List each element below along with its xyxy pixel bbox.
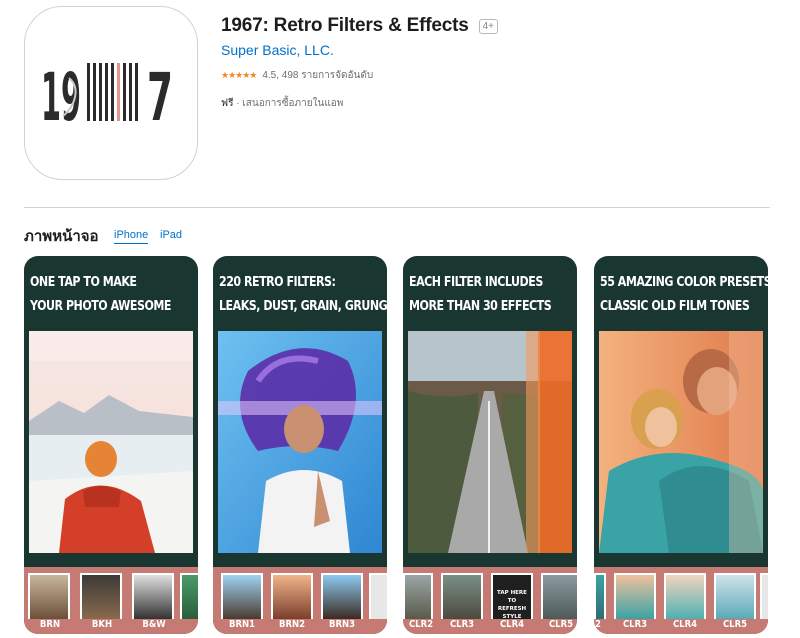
filter-label: BRN1 (228, 619, 256, 630)
screenshot-card-4[interactable]: 55 AMAZING COLOR PRESETS: CLASSIC OLD FI… (594, 256, 768, 634)
filter-thumb[interactable] (132, 573, 174, 619)
tap-hint-text: TAP HERE TO REFRESH STYLE (497, 590, 527, 619)
star-rating-icon: ★★★★★ (221, 70, 257, 80)
screenshot-card-1[interactable]: ONE TAP TO MAKE YOUR PHOTO AWESOME BRN B… (24, 256, 198, 634)
caption-line: 55 AMAZING COLOR PRESETS: (600, 274, 768, 290)
filter-thumb[interactable] (271, 573, 313, 619)
filter-thumb[interactable] (369, 573, 387, 619)
filter-thumb[interactable] (180, 573, 198, 619)
rating-text: 4.5, 498 รายการจัดอันดับ (262, 70, 374, 81)
screenshot-caption: ONE TAP TO MAKE YOUR PHOTO AWESOME (30, 270, 171, 318)
price-row: ฟรี · เสนอการซื้อภายในแอพ (221, 96, 343, 111)
app-logo-1967: 19 7 (41, 59, 173, 128)
filter-label: BRN2 (278, 619, 306, 630)
app-title: 1967: Retro Filters & Effects (221, 15, 469, 36)
caption-line: MORE THAN 30 EFFECTS (409, 298, 552, 314)
filter-thumb[interactable] (614, 573, 656, 619)
filter-thumb[interactable] (594, 573, 606, 619)
filter-thumb[interactable] (28, 573, 70, 619)
screenshot-photo (29, 331, 193, 553)
filter-label: BRN (39, 619, 61, 630)
price-label: ฟรี (221, 98, 234, 109)
filter-thumb[interactable] (221, 573, 263, 619)
filter-label: CLR2 (408, 619, 434, 630)
section-divider (24, 207, 770, 208)
screenshot-card-3[interactable]: EACH FILTER INCLUDES MORE THAN 30 EFFECT… (403, 256, 577, 634)
tap-to-refresh-button[interactable]: TAP HERE TO REFRESH STYLE (491, 573, 533, 619)
filter-thumb[interactable] (760, 573, 768, 619)
developer-link[interactable]: Super Basic, LLC. (221, 42, 334, 58)
filter-thumb[interactable] (321, 573, 363, 619)
filter-label: CLR3 (622, 619, 648, 630)
age-rating-badge: 4+ (478, 18, 499, 34)
in-app-purchase-note: · เสนอการซื้อภายในแอพ (233, 98, 344, 109)
filter-label: CLR5 (548, 619, 574, 630)
filter-thumb[interactable] (664, 573, 706, 619)
screenshot-photo (218, 331, 382, 553)
filter-strip: BRN BKH B&W (24, 567, 198, 634)
screenshot-caption: EACH FILTER INCLUDES MORE THAN 30 EFFECT… (409, 270, 552, 318)
app-icon: 19 7 (24, 6, 198, 180)
filter-strip: 2 CLR3 CLR4 CLR5 (594, 567, 768, 634)
rating-row: ★★★★★ 4.5, 498 รายการจัดอันดับ (221, 68, 373, 83)
caption-line: EACH FILTER INCLUDES (409, 274, 543, 290)
screenshot-caption: 55 AMAZING COLOR PRESETS: CLASSIC OLD FI… (600, 270, 768, 318)
caption-line: CLASSIC OLD FILM TONES (600, 298, 750, 314)
filter-thumb[interactable] (714, 573, 756, 619)
screenshot-caption: 220 RETRO FILTERS: LEAKS, DUST, GRAIN, G… (219, 270, 387, 318)
filter-label: B&W (142, 619, 166, 630)
filter-thumb[interactable] (403, 573, 433, 619)
filter-strip: BRN1 BRN2 BRN3 (213, 567, 387, 634)
filter-thumb[interactable] (541, 573, 577, 619)
screenshot-card-2[interactable]: 220 RETRO FILTERS: LEAKS, DUST, GRAIN, G… (213, 256, 387, 634)
screenshots-heading: ภาพหน้าจอ (24, 228, 99, 245)
caption-line: ONE TAP TO MAKE (30, 274, 137, 290)
tab-iphone[interactable]: iPhone (114, 229, 149, 244)
filter-thumb[interactable] (441, 573, 483, 619)
icon-text-right: 7 (147, 59, 173, 128)
screenshot-photo (599, 331, 763, 553)
caption-line: LEAKS, DUST, GRAIN, GRUNGE (219, 298, 387, 314)
filter-thumb[interactable] (80, 573, 122, 619)
filter-label: CLR4 (499, 619, 525, 630)
filter-label: CLR5 (722, 619, 748, 630)
filter-label: BRN3 (328, 619, 356, 630)
tab-ipad[interactable]: iPad (160, 229, 182, 241)
filter-label: CLR4 (672, 619, 698, 630)
filter-label: BKH (91, 619, 113, 630)
caption-line: 220 RETRO FILTERS: (219, 274, 336, 290)
app-title-row: 1967: Retro Filters & Effects 4+ (221, 15, 499, 37)
filter-strip: TAP HERE TO REFRESH STYLE CLR2 CLR3 CLR4… (403, 567, 577, 634)
caption-line: YOUR PHOTO AWESOME (30, 298, 171, 314)
screenshot-photo (408, 331, 572, 553)
filter-label: CLR3 (449, 619, 475, 630)
